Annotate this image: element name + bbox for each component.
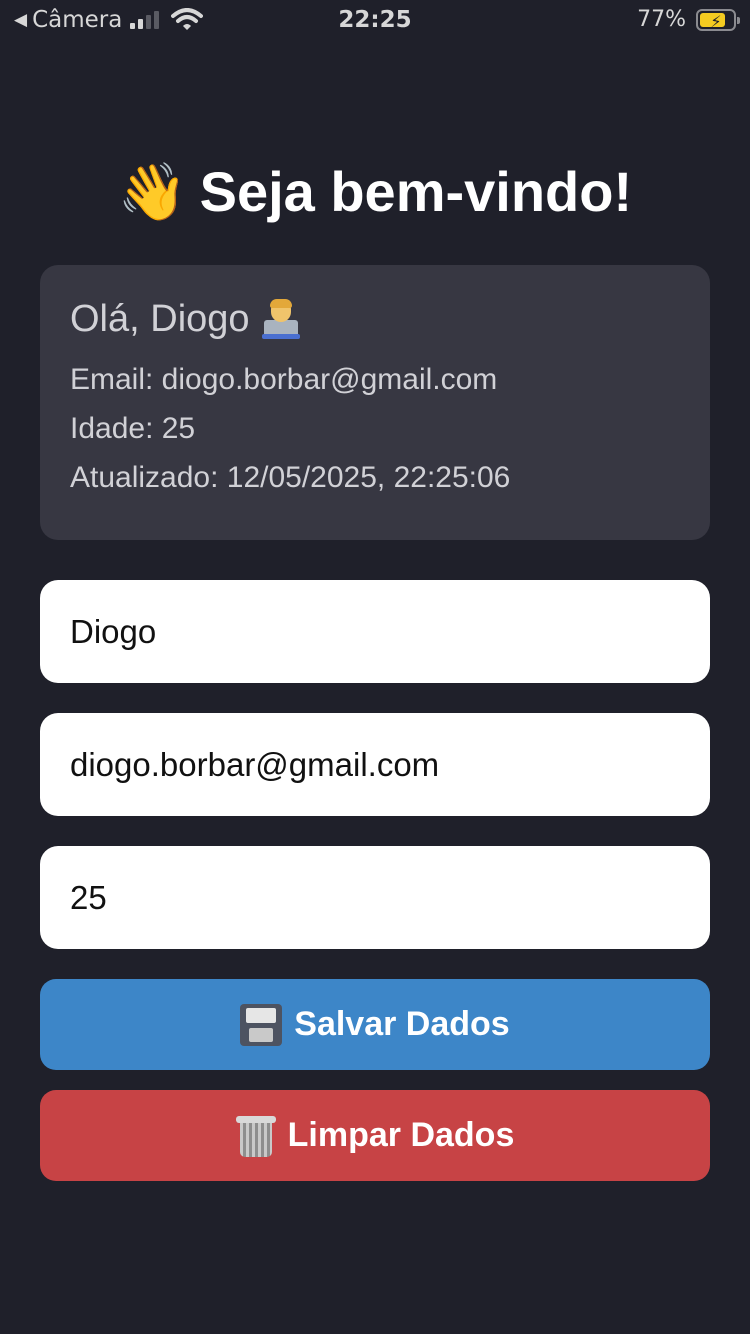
- age-input[interactable]: [40, 846, 710, 949]
- clear-data-label: Limpar Dados: [287, 1116, 515, 1154]
- info-age: Idade: 25: [70, 412, 196, 445]
- info-updated-timestamp: Atualizado: 12/05/2025, 22:25:06: [70, 461, 511, 494]
- greeting-text: Olá, Diogo: [70, 298, 250, 340]
- battery-percent: 77%: [637, 7, 686, 32]
- app-screen: ◀ Câmera 22:25 77% ⚡ 👋 Seja bem-vindo! O…: [0, 0, 750, 1334]
- page-title: 👋 Seja bem-vindo!: [0, 156, 750, 229]
- status-bar: ◀ Câmera 22:25 77% ⚡: [0, 0, 750, 40]
- info-email: Email: diogo.borbar@gmail.com: [70, 363, 498, 396]
- status-right: 77% ⚡: [637, 6, 740, 34]
- waving-hand-icon: 👋: [117, 160, 188, 225]
- clear-data-button[interactable]: Limpar Dados: [40, 1090, 710, 1181]
- page-title-text: Seja bem-vindo!: [199, 160, 633, 223]
- technologist-emoji-icon: [261, 299, 300, 339]
- battery-charging-icon: ⚡: [696, 9, 740, 31]
- save-data-label: Salvar Dados: [294, 1005, 510, 1043]
- user-info-card: Olá, Diogo Email: diogo.borbar@gmail.com…: [40, 265, 710, 540]
- email-input[interactable]: [40, 713, 710, 816]
- save-data-button[interactable]: Salvar Dados: [40, 979, 710, 1070]
- name-input[interactable]: [40, 580, 710, 683]
- wastebasket-icon: [235, 1114, 276, 1158]
- greeting: Olá, Diogo: [70, 295, 680, 343]
- floppy-disk-icon: [240, 1003, 283, 1046]
